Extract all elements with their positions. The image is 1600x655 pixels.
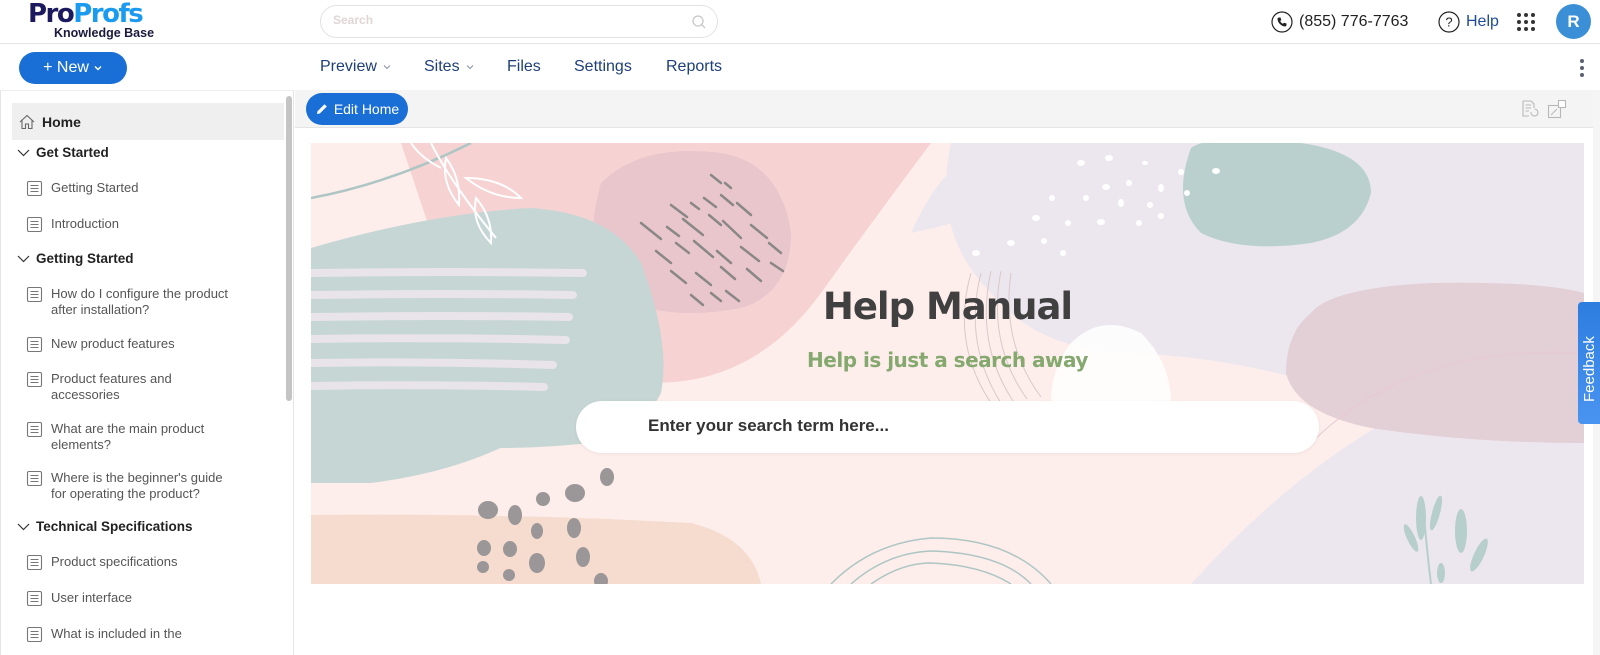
nav-sites[interactable]: Sites — [424, 58, 475, 76]
nav-preview-label: Preview — [320, 58, 377, 75]
new-button-label: + New — [43, 59, 89, 76]
document-icon — [26, 216, 43, 233]
edit-home-button[interactable]: Edit Home — [306, 93, 408, 125]
sidebar-section-get-started[interactable]: Get Started — [17, 145, 109, 160]
support-phone[interactable]: (855) 776-7763 — [1271, 10, 1408, 34]
new-button[interactable]: + New — [19, 52, 127, 84]
nav-sites-label: Sites — [424, 58, 460, 75]
sidebar-article[interactable]: User interface — [26, 590, 251, 607]
main-navbar: + New Preview Sites Files Settings Repor… — [0, 45, 1600, 90]
sidebar-article[interactable]: What is included in the — [26, 626, 251, 643]
document-icon — [26, 470, 43, 487]
nav-files-label: Files — [507, 58, 541, 75]
nav-settings-label: Settings — [574, 58, 632, 75]
apps-grid-icon[interactable] — [1516, 12, 1536, 32]
sidebar-article[interactable]: Product specifications — [26, 554, 251, 571]
help-circle-icon: ? — [1438, 11, 1460, 33]
sidebar-section-getting-started[interactable]: Getting Started — [17, 251, 134, 266]
sidebar-article[interactable]: Introduction — [26, 216, 251, 233]
article-title: What are the main product elements? — [51, 421, 205, 452]
banner-title: Help Manual — [822, 285, 1073, 328]
chevron-down-icon — [17, 149, 30, 156]
section-title: Get Started — [36, 145, 109, 160]
sidebar-article[interactable]: Where is the beginner's guide for operat… — [26, 470, 241, 501]
sidebar-article[interactable]: Product features and accessories — [26, 371, 191, 402]
chevron-down-icon — [94, 66, 102, 71]
article-title: What is included in the — [51, 626, 182, 641]
banner-subtitle: Help is just a search away — [807, 348, 1088, 372]
document-icon — [26, 590, 43, 607]
home-icon — [19, 114, 35, 129]
revision-history-icon[interactable] — [1520, 99, 1540, 119]
article-title: Product specifications — [51, 554, 178, 569]
section-title: Getting Started — [36, 251, 134, 266]
article-title: Product features and accessories — [51, 371, 172, 402]
document-icon — [26, 554, 43, 571]
chevron-down-icon — [466, 65, 473, 70]
document-icon — [26, 371, 43, 388]
global-search-input[interactable] — [333, 13, 673, 27]
article-title: New product features — [51, 336, 175, 351]
document-icon — [26, 626, 43, 643]
pencil-icon — [316, 104, 327, 114]
main-content: Edit Home Help Manual Help is just a sea… — [295, 90, 1600, 655]
sidebar-scrollbar[interactable] — [286, 96, 292, 401]
nav-reports[interactable]: Reports — [666, 58, 722, 76]
top-header: ProProfs Knowledge Base (855) 776-7763 ?… — [0, 0, 1600, 44]
search-icon[interactable] — [691, 14, 707, 30]
help-label: Help — [1466, 13, 1499, 30]
edit-home-label: Edit Home — [333, 101, 400, 117]
sidebar-article[interactable]: Getting Started — [26, 180, 251, 197]
feedback-tab[interactable]: Feedback — [1578, 302, 1600, 424]
global-search[interactable] — [320, 5, 718, 38]
phone-number: (855) 776-7763 — [1299, 13, 1409, 30]
document-icon — [26, 180, 43, 197]
sidebar-article[interactable]: New product features — [26, 336, 251, 353]
proprofs-logo[interactable]: ProProfs Knowledge Base — [28, 0, 168, 44]
section-title: Technical Specifications — [36, 519, 193, 534]
article-title: How do I configure the product after ins… — [51, 286, 229, 317]
more-options-icon[interactable] — [1577, 59, 1587, 79]
nav-settings[interactable]: Settings — [574, 58, 632, 76]
logo-subtitle: Knowledge Base — [54, 26, 155, 40]
nav-preview[interactable]: Preview — [320, 58, 392, 76]
article-title: User interface — [51, 590, 132, 605]
feedback-label: Feedback — [1581, 336, 1598, 402]
sidebar-article[interactable]: What are the main product elements? — [26, 421, 221, 452]
phone-icon — [1271, 11, 1293, 33]
nav-reports-label: Reports — [666, 58, 723, 75]
nav-files[interactable]: Files — [507, 58, 541, 76]
document-icon — [26, 336, 43, 353]
user-avatar[interactable]: R — [1556, 4, 1591, 39]
logo-profs: Profs — [73, 0, 144, 29]
hero-banner: Help Manual Help is just a search away — [311, 143, 1584, 584]
expand-icon[interactable] — [1547, 99, 1567, 119]
article-title: Where is the beginner's guide for operat… — [51, 470, 223, 501]
sidebar-tree: Home Get Started Getting Started Introdu… — [0, 90, 294, 655]
article-title: Getting Started — [51, 180, 139, 195]
chevron-down-icon — [17, 523, 30, 530]
logo-pro: Pro — [28, 0, 75, 29]
kb-search-input[interactable] — [648, 416, 1248, 436]
sidebar-section-technical-specifications[interactable]: Technical Specifications — [17, 519, 193, 534]
chevron-down-icon — [17, 255, 30, 262]
sidebar-item-home[interactable]: Home — [12, 103, 284, 140]
article-title: Introduction — [51, 216, 119, 231]
document-icon — [26, 421, 43, 438]
sidebar-home-label: Home — [42, 113, 81, 130]
document-icon — [26, 286, 43, 303]
chevron-down-icon — [383, 65, 391, 70]
kb-search-box[interactable] — [576, 401, 1319, 453]
svg-text:?: ? — [1445, 15, 1452, 30]
help-link[interactable]: ? Help — [1438, 10, 1499, 34]
sidebar-article[interactable]: How do I configure the product after ins… — [26, 286, 251, 317]
editor-toolbar: Edit Home — [295, 90, 1600, 128]
